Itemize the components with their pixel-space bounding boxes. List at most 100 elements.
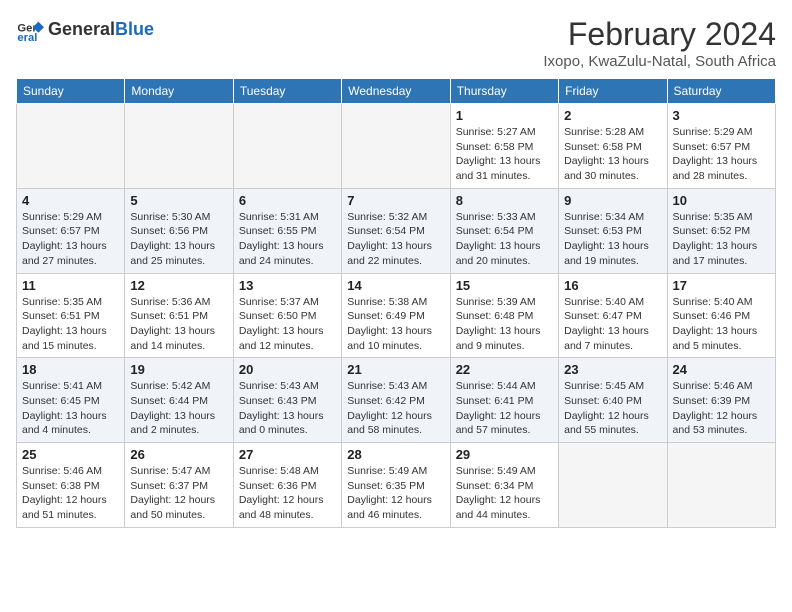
subtitle: Ixopo, KwaZulu-Natal, South Africa [543, 53, 776, 70]
calendar-cell: 17Sunrise: 5:40 AM Sunset: 6:46 PM Dayli… [667, 273, 775, 358]
calendar-cell: 1 Sunrise: 5:27 AM Sunset: 6:58 PM Daylig… [450, 104, 558, 189]
calendar-cell: 25Sunrise: 5:46 AM Sunset: 6:38 PM Dayli… [17, 443, 125, 528]
col-sunday: Sunday [17, 79, 125, 104]
day-info: Sunrise: 5:40 AM Sunset: 6:46 PM Dayligh… [673, 295, 770, 354]
calendar-cell: 3 Sunrise: 5:29 AM Sunset: 6:57 PM Daylig… [667, 104, 775, 189]
day-number: 24 [673, 362, 770, 377]
day-info: Sunrise: 5:40 AM Sunset: 6:47 PM Dayligh… [564, 295, 661, 354]
svg-text:eral: eral [17, 32, 37, 44]
day-number: 9 [564, 193, 661, 208]
calendar-cell: 13 Sunrise: 5:37 AM Sunset: 6:50 PM Dayli… [233, 273, 341, 358]
day-number: 27 [239, 447, 336, 462]
day-info: Sunrise: 5:31 AM Sunset: 6:55 PM Dayligh… [239, 210, 336, 269]
col-friday: Friday [559, 79, 667, 104]
col-monday: Monday [125, 79, 233, 104]
header-row: Sunday Monday Tuesday Wednesday Thursday… [17, 79, 776, 104]
calendar-cell: 28Sunrise: 5:49 AM Sunset: 6:35 PM Dayli… [342, 443, 450, 528]
logo: Gen eral GeneralBlue [16, 16, 154, 44]
day-info: Sunrise: 5:41 AM Sunset: 6:45 PM Dayligh… [22, 379, 119, 438]
logo-general: General [48, 19, 115, 39]
calendar-cell: 2 Sunrise: 5:28 AM Sunset: 6:58 PM Daylig… [559, 104, 667, 189]
day-info: Sunrise: 5:33 AM Sunset: 6:54 PM Dayligh… [456, 210, 553, 269]
day-number: 6 [239, 193, 336, 208]
calendar-cell: 8 Sunrise: 5:33 AM Sunset: 6:54 PM Daylig… [450, 188, 558, 273]
calendar-cell: 12 Sunrise: 5:36 AM Sunset: 6:51 PM Dayli… [125, 273, 233, 358]
day-info: Sunrise: 5:35 AM Sunset: 6:52 PM Dayligh… [673, 210, 770, 269]
day-info: Sunrise: 5:38 AM Sunset: 6:49 PM Dayligh… [347, 295, 444, 354]
day-info: Sunrise: 5:30 AM Sunset: 6:56 PM Dayligh… [130, 210, 227, 269]
calendar-cell: 21 Sunrise: 5:43 AM Sunset: 6:42 PM Dayli… [342, 358, 450, 443]
day-info: Sunrise: 5:46 AM Sunset: 6:39 PM Dayligh… [673, 379, 770, 438]
day-number: 13 [239, 278, 336, 293]
calendar-cell: 19 Sunrise: 5:42 AM Sunset: 6:44 PM Dayli… [125, 358, 233, 443]
calendar-cell [17, 104, 125, 189]
day-number: 16 [564, 278, 661, 293]
day-info: Sunrise: 5:27 AM Sunset: 6:58 PM Dayligh… [456, 125, 553, 184]
calendar-cell: 5 Sunrise: 5:30 AM Sunset: 6:56 PM Daylig… [125, 188, 233, 273]
day-info: Sunrise: 5:32 AM Sunset: 6:54 PM Dayligh… [347, 210, 444, 269]
calendar-cell: 18 Sunrise: 5:41 AM Sunset: 6:45 PM Dayli… [17, 358, 125, 443]
day-info: Sunrise: 5:29 AM Sunset: 6:57 PM Dayligh… [22, 210, 119, 269]
day-number: 14 [347, 278, 444, 293]
day-number: 5 [130, 193, 227, 208]
calendar-cell: 6 Sunrise: 5:31 AM Sunset: 6:55 PM Daylig… [233, 188, 341, 273]
calendar-cell: 24 Sunrise: 5:46 AM Sunset: 6:39 PM Dayli… [667, 358, 775, 443]
col-wednesday: Wednesday [342, 79, 450, 104]
day-number: 20 [239, 362, 336, 377]
day-number: 26 [130, 447, 227, 462]
day-info: Sunrise: 5:35 AM Sunset: 6:51 PM Dayligh… [22, 295, 119, 354]
col-tuesday: Tuesday [233, 79, 341, 104]
calendar-cell: 20 Sunrise: 5:43 AM Sunset: 6:43 PM Dayli… [233, 358, 341, 443]
calendar-cell [559, 443, 667, 528]
calendar-cell: 9 Sunrise: 5:34 AM Sunset: 6:53 PM Daylig… [559, 188, 667, 273]
day-number: 1 [456, 108, 553, 123]
calendar-cell: 16 Sunrise: 5:40 AM Sunset: 6:47 PM Dayli… [559, 273, 667, 358]
day-number: 21 [347, 362, 444, 377]
day-info: Sunrise: 5:34 AM Sunset: 6:53 PM Dayligh… [564, 210, 661, 269]
calendar-cell: 23Sunrise: 5:45 AM Sunset: 6:40 PM Dayli… [559, 358, 667, 443]
day-info: Sunrise: 5:42 AM Sunset: 6:44 PM Dayligh… [130, 379, 227, 438]
day-number: 10 [673, 193, 770, 208]
day-info: Sunrise: 5:29 AM Sunset: 6:57 PM Dayligh… [673, 125, 770, 184]
calendar-cell: 7 Sunrise: 5:32 AM Sunset: 6:54 PM Daylig… [342, 188, 450, 273]
day-info: Sunrise: 5:47 AM Sunset: 6:37 PM Dayligh… [130, 464, 227, 523]
day-info: Sunrise: 5:43 AM Sunset: 6:42 PM Dayligh… [347, 379, 444, 438]
day-number: 18 [22, 362, 119, 377]
day-number: 3 [673, 108, 770, 123]
day-number: 28 [347, 447, 444, 462]
calendar-cell: 27 Sunrise: 5:48 AM Sunset: 6:36 PM Dayli… [233, 443, 341, 528]
day-number: 8 [456, 193, 553, 208]
calendar-week-3: 11 Sunrise: 5:35 AM Sunset: 6:51 PM Dayli… [17, 273, 776, 358]
calendar-cell: 22 Sunrise: 5:44 AM Sunset: 6:41 PM Dayli… [450, 358, 558, 443]
main-title: February 2024 [543, 16, 776, 53]
calendar-cell [233, 104, 341, 189]
calendar-week-4: 18 Sunrise: 5:41 AM Sunset: 6:45 PM Dayli… [17, 358, 776, 443]
calendar-cell [342, 104, 450, 189]
day-number: 29 [456, 447, 553, 462]
day-info: Sunrise: 5:36 AM Sunset: 6:51 PM Dayligh… [130, 295, 227, 354]
col-thursday: Thursday [450, 79, 558, 104]
day-info: Sunrise: 5:44 AM Sunset: 6:41 PM Dayligh… [456, 379, 553, 438]
calendar-cell: 29Sunrise: 5:49 AM Sunset: 6:34 PM Dayli… [450, 443, 558, 528]
day-info: Sunrise: 5:45 AM Sunset: 6:40 PM Dayligh… [564, 379, 661, 438]
day-info: Sunrise: 5:48 AM Sunset: 6:36 PM Dayligh… [239, 464, 336, 523]
day-number: 12 [130, 278, 227, 293]
logo-icon: Gen eral [16, 16, 44, 44]
day-number: 19 [130, 362, 227, 377]
calendar-week-5: 25Sunrise: 5:46 AM Sunset: 6:38 PM Dayli… [17, 443, 776, 528]
day-info: Sunrise: 5:37 AM Sunset: 6:50 PM Dayligh… [239, 295, 336, 354]
calendar-cell [125, 104, 233, 189]
day-number: 11 [22, 278, 119, 293]
calendar-week-1: 1 Sunrise: 5:27 AM Sunset: 6:58 PM Daylig… [17, 104, 776, 189]
col-saturday: Saturday [667, 79, 775, 104]
day-number: 2 [564, 108, 661, 123]
calendar-cell: 14 Sunrise: 5:38 AM Sunset: 6:49 PM Dayli… [342, 273, 450, 358]
day-number: 7 [347, 193, 444, 208]
calendar-cell: 15Sunrise: 5:39 AM Sunset: 6:48 PM Dayli… [450, 273, 558, 358]
page-header: Gen eral GeneralBlue February 2024 Ixopo… [16, 16, 776, 70]
calendar-cell: 10 Sunrise: 5:35 AM Sunset: 6:52 PM Dayli… [667, 188, 775, 273]
day-info: Sunrise: 5:28 AM Sunset: 6:58 PM Dayligh… [564, 125, 661, 184]
calendar-cell: 4Sunrise: 5:29 AM Sunset: 6:57 PM Daylig… [17, 188, 125, 273]
day-info: Sunrise: 5:43 AM Sunset: 6:43 PM Dayligh… [239, 379, 336, 438]
day-number: 22 [456, 362, 553, 377]
